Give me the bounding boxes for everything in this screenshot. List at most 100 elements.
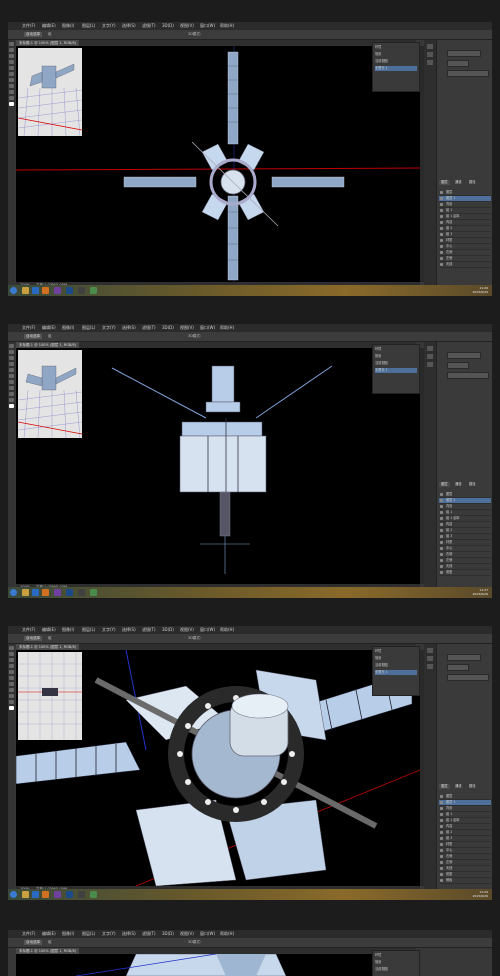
gradient-tool-icon[interactable] xyxy=(9,682,14,686)
eraser-tool-icon[interactable] xyxy=(9,676,14,680)
visibility-eye-icon[interactable] xyxy=(440,203,443,206)
3d-row-scene[interactable]: 场景 xyxy=(375,354,417,359)
color-field[interactable] xyxy=(447,70,489,77)
history-icon[interactable] xyxy=(427,648,433,653)
menu-layer[interactable]: 图层(L) xyxy=(82,931,95,937)
menu-window[interactable]: 窗口(W) xyxy=(200,931,215,937)
foreground-color-icon[interactable] xyxy=(9,404,14,408)
3d-row-scene[interactable]: 场景 xyxy=(375,656,417,661)
menu-edit[interactable]: 编辑(E) xyxy=(42,627,56,633)
app-icon[interactable] xyxy=(78,287,85,294)
menu-filter[interactable]: 滤镜(T) xyxy=(142,23,156,29)
start-button-icon[interactable] xyxy=(10,287,17,294)
foreground-color-icon[interactable] xyxy=(9,102,14,106)
adjustments-icon[interactable] xyxy=(427,362,433,367)
3d-row-environment[interactable]: 环境 xyxy=(375,347,417,352)
visibility-eye-icon[interactable] xyxy=(440,493,443,496)
type-tool-icon[interactable] xyxy=(9,90,14,94)
lasso-tool-icon[interactable] xyxy=(9,54,14,58)
menu-view[interactable]: 视图(V) xyxy=(180,931,194,937)
canvas[interactable] xyxy=(16,348,420,584)
visibility-eye-icon[interactable] xyxy=(440,879,443,882)
menu-3d[interactable]: 3D(D) xyxy=(162,931,174,937)
menu-3d[interactable]: 3D(D) xyxy=(162,23,174,29)
menu-window[interactable]: 窗口(W) xyxy=(200,627,215,633)
properties-icon[interactable] xyxy=(427,656,433,661)
auto-select-dropdown[interactable]: 自动选择 xyxy=(24,940,42,945)
menu-3d[interactable]: 3D(D) xyxy=(162,325,174,331)
menu-file[interactable]: 文件(F) xyxy=(22,23,35,29)
3d-row-infinite-light[interactable]: 无限光 1 xyxy=(375,368,417,373)
visibility-eye-icon[interactable] xyxy=(440,523,443,526)
move-tool-icon[interactable] xyxy=(9,42,14,46)
color-field[interactable] xyxy=(447,674,489,681)
visibility-eye-icon[interactable] xyxy=(440,571,443,574)
visibility-eye-icon[interactable] xyxy=(440,547,443,550)
channels-tab[interactable]: 通道 xyxy=(453,482,464,487)
pen-tool-icon[interactable] xyxy=(9,688,14,692)
visibility-eye-icon[interactable] xyxy=(440,849,443,852)
visibility-eye-icon[interactable] xyxy=(440,511,443,514)
visibility-eye-icon[interactable] xyxy=(440,529,443,532)
3d-row-current-view[interactable]: 当前视图 xyxy=(375,59,417,64)
visibility-eye-icon[interactable] xyxy=(440,535,443,538)
photoshop-icon[interactable] xyxy=(66,287,73,294)
lasso-tool-icon[interactable] xyxy=(9,356,14,360)
3d-row-scene[interactable]: 场景 xyxy=(375,960,417,965)
menu-edit[interactable]: 编辑(E) xyxy=(42,23,56,29)
pen-tool-icon[interactable] xyxy=(9,386,14,390)
menu-layer[interactable]: 图层(L) xyxy=(82,627,95,633)
visibility-eye-icon[interactable] xyxy=(440,825,443,828)
layer-row[interactable]: 底座 xyxy=(439,570,491,576)
properties-icon[interactable] xyxy=(427,354,433,359)
hand-tool-icon[interactable] xyxy=(9,398,14,402)
menu-type[interactable]: 文字(Y) xyxy=(102,627,116,633)
menu-layer[interactable]: 图层(L) xyxy=(82,23,95,29)
visibility-eye-icon[interactable] xyxy=(440,239,443,242)
start-button-icon[interactable] xyxy=(10,589,17,596)
menu-file[interactable]: 文件(F) xyxy=(22,931,35,937)
app-icon[interactable] xyxy=(78,589,85,596)
menu-window[interactable]: 窗口(W) xyxy=(200,325,215,331)
adjustments-icon[interactable] xyxy=(427,60,433,65)
explorer-icon[interactable] xyxy=(22,287,29,294)
menu-type[interactable]: 文字(Y) xyxy=(102,931,116,937)
visibility-eye-icon[interactable] xyxy=(440,197,443,200)
app-icon[interactable] xyxy=(78,891,85,898)
menu-image[interactable]: 图像(I) xyxy=(62,931,74,937)
canvas[interactable] xyxy=(16,954,420,976)
layer-row[interactable]: 侧板 xyxy=(439,878,491,884)
menu-filter[interactable]: 滤镜(T) xyxy=(142,325,156,331)
visibility-eye-icon[interactable] xyxy=(440,565,443,568)
intensity-field[interactable] xyxy=(447,60,469,67)
visibility-eye-icon[interactable] xyxy=(440,215,443,218)
marquee-tool-icon[interactable] xyxy=(9,350,14,354)
menu-view[interactable]: 视图(V) xyxy=(180,627,194,633)
brush-tool-icon[interactable] xyxy=(9,368,14,372)
paths-tab[interactable]: 路径 xyxy=(467,482,478,487)
crop-tool-icon[interactable] xyxy=(9,362,14,366)
clock-date[interactable]: 2015/6/29 xyxy=(473,592,488,596)
intensity-field[interactable] xyxy=(447,664,469,671)
ie-icon[interactable] xyxy=(32,891,39,898)
move-tool-icon[interactable] xyxy=(9,646,14,650)
3d-row-current-view[interactable]: 当前视图 xyxy=(375,663,417,668)
media-icon[interactable] xyxy=(42,589,49,596)
visibility-eye-icon[interactable] xyxy=(440,245,443,248)
menu-view[interactable]: 视图(V) xyxy=(180,325,194,331)
adjustments-icon[interactable] xyxy=(427,664,433,669)
menu-3d[interactable]: 3D(D) xyxy=(162,627,174,633)
visibility-eye-icon[interactable] xyxy=(440,505,443,508)
type-tool-icon[interactable] xyxy=(9,392,14,396)
visibility-eye-icon[interactable] xyxy=(440,499,443,502)
color-field[interactable] xyxy=(447,372,489,379)
gradient-tool-icon[interactable] xyxy=(9,380,14,384)
visibility-eye-icon[interactable] xyxy=(440,843,443,846)
explorer-icon[interactable] xyxy=(22,589,29,596)
visibility-eye-icon[interactable] xyxy=(440,795,443,798)
marquee-tool-icon[interactable] xyxy=(9,652,14,656)
menu-view[interactable]: 视图(V) xyxy=(180,23,194,29)
visibility-eye-icon[interactable] xyxy=(440,221,443,224)
visibility-eye-icon[interactable] xyxy=(440,553,443,556)
channels-tab[interactable]: 通道 xyxy=(453,784,464,789)
